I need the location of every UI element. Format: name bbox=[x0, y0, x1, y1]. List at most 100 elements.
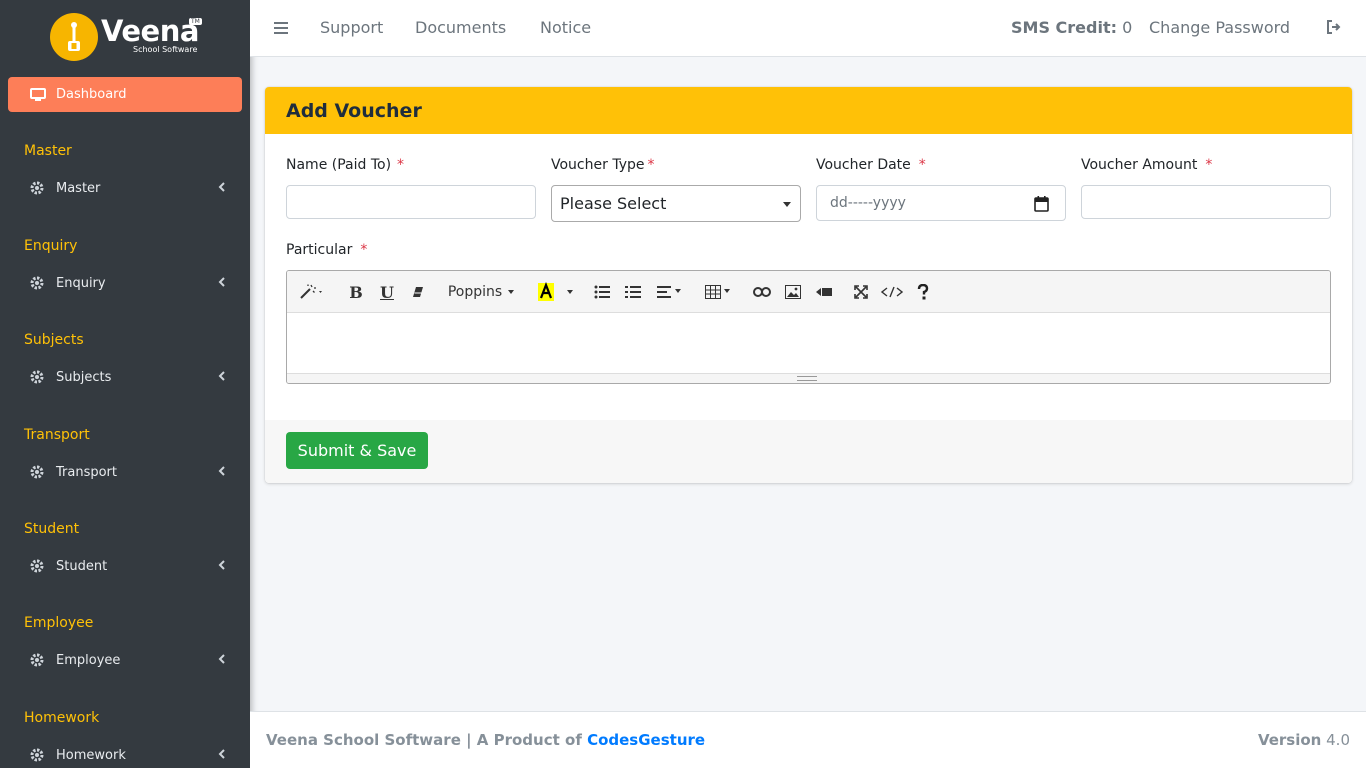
caret-down-icon bbox=[508, 290, 515, 294]
version-value: 4.0 bbox=[1326, 731, 1350, 749]
gear-icon bbox=[30, 653, 44, 667]
nav-link-notice[interactable]: Notice bbox=[540, 18, 591, 37]
sidebar-item-label: Master bbox=[56, 180, 101, 196]
table-dropdown[interactable] bbox=[702, 279, 736, 305]
voucher-amount-label: Voucher Amount * bbox=[1081, 157, 1213, 173]
ordered-list-icon[interactable] bbox=[621, 279, 645, 305]
magic-style-icon[interactable] bbox=[295, 279, 329, 305]
sidebar-item-label: Homework bbox=[56, 747, 126, 763]
sidebar-item-transport[interactable]: Transport bbox=[30, 460, 230, 484]
rich-text-editor: B U Poppins bbox=[286, 270, 1331, 384]
logout-icon[interactable] bbox=[1326, 19, 1342, 38]
brand-badge: TM bbox=[189, 18, 202, 25]
page-footer: Veena School Software | A Product of Cod… bbox=[250, 711, 1366, 768]
nav-header-employee: Employee bbox=[24, 615, 94, 631]
name-paid-to-input[interactable] bbox=[286, 185, 536, 219]
particular-label: Particular * bbox=[286, 242, 368, 258]
voucher-date-input[interactable]: dd-----yyyy bbox=[816, 185, 1066, 221]
align-left-icon bbox=[657, 286, 681, 298]
sidebar-item-label: Employee bbox=[56, 652, 121, 668]
fullscreen-icon[interactable] bbox=[849, 279, 873, 305]
resize-grip-icon[interactable] bbox=[797, 376, 817, 381]
gear-icon bbox=[30, 276, 44, 290]
unordered-list-icon[interactable] bbox=[590, 279, 614, 305]
sidebar-item-subjects[interactable]: Subjects bbox=[30, 365, 230, 389]
voucher-type-label: Voucher Type * bbox=[551, 157, 655, 173]
chevron-left-icon bbox=[218, 653, 226, 669]
chevron-left-icon bbox=[218, 181, 226, 197]
monitor-icon bbox=[30, 87, 46, 101]
veena-logo-icon bbox=[50, 13, 98, 61]
chevron-left-icon bbox=[218, 748, 226, 764]
brand-name: Veena bbox=[101, 14, 199, 48]
font-family-value: Poppins bbox=[447, 284, 503, 300]
gear-icon bbox=[30, 370, 44, 384]
sidebar-item-homework[interactable]: Homework bbox=[30, 743, 230, 767]
font-family-dropdown[interactable]: Poppins bbox=[442, 279, 522, 305]
font-color-dropdown-icon[interactable] bbox=[561, 279, 579, 305]
underline-icon[interactable]: U bbox=[375, 279, 399, 305]
sidebar-item-label: Student bbox=[56, 558, 108, 574]
code-view-icon[interactable] bbox=[880, 279, 904, 305]
gear-icon bbox=[30, 559, 44, 573]
name-label: Name (Paid To) * bbox=[286, 157, 405, 173]
sidebar-item-label: Dashboard bbox=[56, 87, 127, 102]
footer-text: Veena School Software | A Product of bbox=[266, 731, 582, 749]
font-color-icon[interactable] bbox=[533, 279, 559, 305]
change-password-link[interactable]: Change Password bbox=[1149, 18, 1290, 37]
calendar-icon[interactable] bbox=[1034, 196, 1049, 216]
chevron-left-icon bbox=[218, 559, 226, 575]
version-label: Version bbox=[1257, 731, 1322, 749]
sidebar-item-label: Enquiry bbox=[56, 275, 106, 291]
sms-credit-label: SMS Credit: bbox=[1011, 18, 1118, 37]
footer-version: Version 4.0 bbox=[1258, 731, 1350, 749]
chevron-left-icon bbox=[218, 465, 226, 481]
bold-icon[interactable]: B bbox=[344, 279, 368, 305]
sidebar-item-student[interactable]: Student bbox=[30, 554, 230, 578]
sidebar-item-label: Transport bbox=[56, 464, 118, 480]
chevron-left-icon bbox=[218, 370, 226, 386]
nav-header-transport: Transport bbox=[24, 427, 90, 443]
voucher-type-select[interactable]: Please Select bbox=[551, 185, 801, 222]
voucher-amount-input[interactable] bbox=[1081, 185, 1331, 219]
sms-credit: SMS Credit: 0 bbox=[1011, 18, 1132, 37]
nav-link-documents[interactable]: Documents bbox=[415, 18, 506, 37]
nav-header-enquiry: Enquiry bbox=[24, 238, 78, 254]
voucher-date-placeholder: dd-----yyyy bbox=[830, 195, 906, 211]
video-icon[interactable] bbox=[812, 279, 836, 305]
sms-credit-value: 0 bbox=[1122, 18, 1133, 37]
image-icon[interactable] bbox=[781, 279, 805, 305]
card-footer: Submit & Save bbox=[265, 420, 1352, 483]
editor-toolbar: B U Poppins bbox=[287, 271, 1330, 313]
caret-down-icon bbox=[783, 202, 791, 207]
brand-logo[interactable]: Veena TM School Software bbox=[0, 0, 250, 75]
add-voucher-card: Add Voucher Name (Paid To) * Voucher Type… bbox=[265, 87, 1352, 483]
codesgesture-link[interactable]: CodesGesture bbox=[587, 731, 705, 749]
editor-resize-bar[interactable] bbox=[287, 373, 1330, 383]
nav-header-student: Student bbox=[24, 521, 80, 537]
card-title: Add Voucher bbox=[265, 87, 1352, 134]
eraser-icon[interactable] bbox=[406, 279, 430, 305]
nav-header-master: Master bbox=[24, 143, 72, 159]
top-navbar: Support Documents Notice SMS Credit: 0 C… bbox=[250, 0, 1366, 57]
nav-header-subjects: Subjects bbox=[24, 332, 84, 348]
brand-subtitle: School Software bbox=[133, 45, 198, 54]
link-icon[interactable] bbox=[750, 279, 774, 305]
help-icon[interactable] bbox=[911, 279, 935, 305]
nav-header-homework: Homework bbox=[24, 710, 100, 726]
nav-link-support[interactable]: Support bbox=[320, 18, 383, 37]
sidebar-item-employee[interactable]: Employee bbox=[30, 648, 230, 672]
editor-content-area[interactable] bbox=[287, 313, 1330, 373]
sidebar-item-enquiry[interactable]: Enquiry bbox=[30, 271, 230, 295]
voucher-type-selected: Please Select bbox=[560, 194, 667, 213]
sidebar-item-master[interactable]: Master bbox=[30, 176, 230, 200]
sidebar-item-dashboard[interactable]: Dashboard bbox=[8, 77, 242, 112]
paragraph-align-dropdown[interactable] bbox=[653, 279, 687, 305]
table-icon bbox=[705, 285, 730, 299]
hamburger-menu-icon[interactable] bbox=[274, 20, 288, 39]
submit-save-button[interactable]: Submit & Save bbox=[286, 432, 428, 469]
voucher-date-label: Voucher Date * bbox=[816, 157, 926, 173]
gear-icon bbox=[30, 748, 44, 762]
gear-icon bbox=[30, 465, 44, 479]
sidebar-item-label: Subjects bbox=[56, 369, 112, 385]
